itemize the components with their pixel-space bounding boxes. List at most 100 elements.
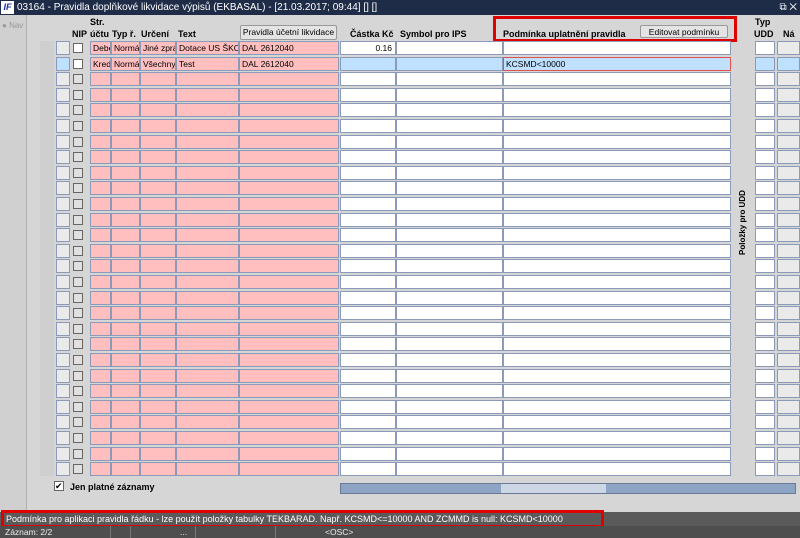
row-selector[interactable] bbox=[56, 119, 70, 133]
cell-typ[interactable] bbox=[111, 368, 140, 383]
row-selector[interactable] bbox=[56, 415, 70, 430]
cell-na[interactable] bbox=[777, 337, 800, 352]
nav-panel[interactable]: ● Nav bbox=[0, 15, 27, 510]
cell-str[interactable] bbox=[90, 353, 111, 367]
cell-castka[interactable] bbox=[340, 290, 396, 305]
cell-str[interactable] bbox=[90, 321, 111, 336]
cell-pravidla[interactable] bbox=[239, 103, 339, 118]
cell-str[interactable] bbox=[90, 275, 111, 289]
nip-checkbox[interactable] bbox=[73, 433, 83, 443]
cell-typ[interactable] bbox=[111, 446, 140, 461]
cell-typ[interactable] bbox=[111, 150, 140, 165]
nip-checkbox[interactable] bbox=[73, 43, 83, 53]
cell-podminka[interactable] bbox=[503, 197, 731, 211]
cell-typ[interactable] bbox=[111, 353, 140, 367]
cell-podminka[interactable] bbox=[503, 119, 731, 133]
cell-pravidla[interactable] bbox=[239, 72, 339, 87]
cell-na[interactable] bbox=[777, 446, 800, 461]
nip-checkbox[interactable] bbox=[73, 386, 83, 397]
cell-str[interactable] bbox=[90, 368, 111, 383]
cell-symbol[interactable] bbox=[396, 56, 503, 71]
cell-text[interactable] bbox=[176, 353, 239, 367]
cell-podminka[interactable] bbox=[503, 181, 731, 196]
cell-typ-udd[interactable] bbox=[755, 462, 775, 477]
cell-symbol[interactable] bbox=[396, 41, 503, 55]
cell-str[interactable] bbox=[90, 290, 111, 305]
cell-podminka[interactable] bbox=[503, 103, 731, 118]
nip-checkbox[interactable] bbox=[73, 152, 83, 163]
cell-text[interactable] bbox=[176, 72, 239, 87]
pravidla-button[interactable]: Pravidla účetní likvidace bbox=[240, 25, 337, 40]
cell-typ-udd[interactable] bbox=[755, 103, 775, 118]
cell-podminka[interactable] bbox=[503, 431, 731, 445]
cell-text[interactable] bbox=[176, 431, 239, 445]
cell-urceni[interactable] bbox=[140, 275, 176, 289]
cell-urceni[interactable] bbox=[140, 87, 176, 102]
nip-checkbox[interactable] bbox=[73, 417, 83, 428]
cell-urceni[interactable] bbox=[140, 446, 176, 461]
nip-checkbox[interactable] bbox=[73, 448, 83, 459]
row-selector[interactable] bbox=[56, 87, 70, 102]
cell-symbol[interactable] bbox=[396, 399, 503, 414]
cell-castka[interactable] bbox=[340, 134, 396, 149]
nip-checkbox[interactable] bbox=[73, 370, 83, 381]
cell-str[interactable] bbox=[90, 337, 111, 352]
cell-pravidla[interactable] bbox=[239, 337, 339, 352]
cell-podminka[interactable] bbox=[503, 353, 731, 367]
cell-str[interactable] bbox=[90, 181, 111, 196]
cell-urceni[interactable] bbox=[140, 119, 176, 133]
cell-typ-udd[interactable] bbox=[755, 259, 775, 274]
cell-text[interactable] bbox=[176, 321, 239, 336]
cell-pravidla[interactable] bbox=[239, 431, 339, 445]
row-selector[interactable] bbox=[56, 306, 70, 321]
cell-symbol[interactable] bbox=[396, 243, 503, 258]
cell-symbol[interactable] bbox=[396, 197, 503, 211]
cell-castka[interactable] bbox=[340, 181, 396, 196]
cell-typ-udd[interactable] bbox=[755, 290, 775, 305]
cell-castka[interactable] bbox=[340, 337, 396, 352]
cell-str[interactable] bbox=[90, 446, 111, 461]
cell-na[interactable] bbox=[777, 228, 800, 243]
cell-typ-udd[interactable] bbox=[755, 181, 775, 196]
cell-typ[interactable] bbox=[111, 462, 140, 477]
cell-castka[interactable] bbox=[340, 72, 396, 87]
cell-typ-udd[interactable] bbox=[755, 275, 775, 289]
cell-str[interactable] bbox=[90, 87, 111, 102]
cell-symbol[interactable] bbox=[396, 150, 503, 165]
row-selector[interactable] bbox=[56, 431, 70, 445]
cell-na[interactable] bbox=[777, 431, 800, 445]
cell-urceni[interactable] bbox=[140, 337, 176, 352]
cell-typ[interactable] bbox=[111, 134, 140, 149]
cell-text[interactable] bbox=[176, 212, 239, 227]
cell-str[interactable] bbox=[90, 462, 111, 477]
cell-text[interactable] bbox=[176, 462, 239, 477]
cell-na[interactable] bbox=[777, 368, 800, 383]
nip-checkbox[interactable] bbox=[73, 167, 83, 178]
cell-na[interactable] bbox=[777, 119, 800, 133]
cell-na[interactable] bbox=[777, 41, 800, 55]
cell-urceni[interactable] bbox=[140, 228, 176, 243]
cell-symbol[interactable] bbox=[396, 384, 503, 399]
cell-typ[interactable] bbox=[111, 415, 140, 430]
cell-castka[interactable] bbox=[340, 212, 396, 227]
cell-urceni[interactable] bbox=[140, 306, 176, 321]
cell-castka[interactable] bbox=[340, 103, 396, 118]
cell-symbol[interactable] bbox=[396, 446, 503, 461]
cell-str[interactable] bbox=[90, 399, 111, 414]
row-selector[interactable] bbox=[56, 165, 70, 180]
row-selector[interactable] bbox=[56, 368, 70, 383]
cell-text[interactable] bbox=[176, 275, 239, 289]
row-selector[interactable] bbox=[56, 103, 70, 118]
cell-typ-udd[interactable] bbox=[755, 212, 775, 227]
horizontal-scrollbar[interactable] bbox=[340, 483, 796, 494]
row-selector[interactable] bbox=[56, 228, 70, 243]
cell-typ[interactable] bbox=[111, 103, 140, 118]
cell-castka[interactable] bbox=[340, 119, 396, 133]
cell-podminka[interactable] bbox=[503, 337, 731, 352]
cell-typ-udd[interactable] bbox=[755, 87, 775, 102]
cell-urceni[interactable] bbox=[140, 290, 176, 305]
cell-symbol[interactable] bbox=[396, 353, 503, 367]
cell-symbol[interactable] bbox=[396, 290, 503, 305]
cell-str[interactable] bbox=[90, 72, 111, 87]
cell-typ-udd[interactable] bbox=[755, 56, 775, 71]
